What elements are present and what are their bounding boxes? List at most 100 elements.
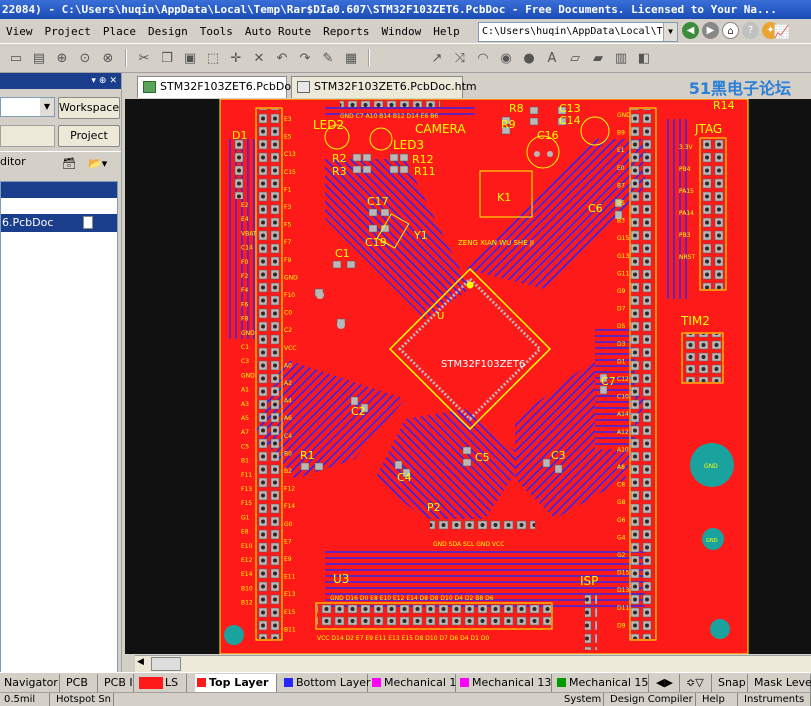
move-icon[interactable]: ✛ — [226, 48, 246, 68]
menu-tools[interactable]: Tools — [194, 25, 239, 38]
horizontal-scrollbar[interactable]: ◀ — [135, 655, 811, 672]
jtag-pin-label-5: NRST — [679, 254, 695, 261]
jtag-pin-label-4: PB3 — [679, 232, 691, 239]
layer-tab-bottom[interactable]: Bottom Layer — [282, 674, 371, 692]
tree-item-pcbdoc[interactable]: 6.PcbDoc — [1, 214, 117, 232]
route-icon[interactable]: ↗ — [427, 48, 447, 68]
status-instruments[interactable]: Instruments — [740, 693, 811, 706]
autohide-icon[interactable]: ⊕ — [99, 76, 107, 86]
title-bar: 22084) - C:\Users\huqin\AppData\Local\Te… — [0, 0, 811, 19]
left-pin-label-19: B0 — [284, 450, 292, 457]
filter-icon[interactable]: ≎▽ — [682, 674, 712, 692]
new-icon[interactable]: ▭ — [6, 48, 26, 68]
panel-tab-pcb[interactable]: PCB — [62, 674, 98, 692]
snap-button[interactable]: Snap — [714, 674, 748, 692]
label-led3: LED3 — [393, 138, 424, 152]
arc-icon[interactable]: ◠ — [473, 48, 493, 68]
right-pin-label-16: C10 — [617, 394, 629, 401]
project-button[interactable]: Project — [58, 125, 120, 147]
pcb-canvas[interactable]: LED2 LED3 CAMERA R8 R9 C13 C14 C16 R14 J… — [125, 99, 811, 654]
tab-pcbdoc-htm[interactable]: STM32F103ZET6.PcbDoc.htm — [291, 76, 477, 98]
menu-view[interactable]: View — [0, 25, 39, 38]
right-pin-label-19: A10 — [617, 446, 629, 453]
current-layer-swatch — [139, 677, 163, 689]
document-icon — [83, 216, 93, 229]
label-isp: ISP — [580, 574, 598, 588]
menu-design[interactable]: Design — [142, 25, 194, 38]
cut-icon[interactable]: ✂ — [134, 48, 154, 68]
route-diff-icon[interactable]: ⤨ — [450, 48, 470, 68]
workspace-button[interactable]: Workspace — [58, 97, 120, 119]
left-pin-label2-8: F8 — [241, 316, 248, 323]
folder-icon[interactable]: 📂▾ — [88, 154, 107, 174]
chart-icon[interactable]: 📈 — [772, 22, 792, 42]
layer-scroll-icon[interactable]: ◀▶ — [652, 674, 680, 692]
workspace-combo[interactable]: ▼ — [0, 97, 55, 117]
header-left-a — [257, 109, 269, 639]
paste-icon[interactable]: ▣ — [180, 48, 200, 68]
string-icon[interactable]: A — [542, 48, 562, 68]
pad-icon[interactable]: ◉ — [496, 48, 516, 68]
menu-reports[interactable]: Reports — [317, 25, 375, 38]
layer-swatch-bottom — [284, 678, 293, 687]
layer-tab-mech13[interactable]: Mechanical 13 — [458, 674, 552, 692]
menu-auto-route[interactable]: Auto Route — [239, 25, 317, 38]
left-pin-label2-14: A3 — [241, 401, 249, 408]
bottom-header-a — [317, 604, 551, 616]
select-icon[interactable]: ⬚ — [203, 48, 223, 68]
dropdown-arrow-icon[interactable]: ▼ — [40, 98, 54, 116]
back-icon[interactable]: ◀ — [682, 22, 699, 39]
status-help[interactable]: Help — [698, 693, 738, 706]
help-icon[interactable]: ? — [742, 22, 759, 39]
label-r8: R8 — [509, 102, 524, 115]
zoom-area-icon[interactable]: ⊗ — [98, 48, 118, 68]
label-c5: C5 — [475, 451, 490, 464]
toolbar-separator — [368, 49, 370, 67]
menu-window[interactable]: Window — [375, 25, 427, 38]
label-c19: C19 — [365, 236, 387, 249]
project-icon[interactable]: 🗃 — [62, 154, 76, 174]
status-system[interactable]: System — [560, 693, 604, 706]
pin-icon[interactable]: ▾ — [91, 76, 96, 86]
project-field[interactable] — [0, 125, 55, 147]
fill-icon[interactable]: ◧ — [634, 48, 654, 68]
component-icon[interactable]: ▥ — [611, 48, 631, 68]
close-icon[interactable]: ✕ — [109, 76, 117, 86]
toolbar-separator — [125, 49, 127, 67]
layer-tab-mech15[interactable]: Mechanical 15 — [555, 674, 649, 692]
path-combobox[interactable]: C:\Users\huqin\AppData\Local\Te ▼ — [478, 22, 678, 42]
menu-place[interactable]: Place — [97, 25, 142, 38]
layer-set-ls[interactable]: LS — [137, 674, 187, 692]
deselect-icon[interactable]: ✕ — [249, 48, 269, 68]
menu-help[interactable]: Help — [427, 25, 466, 38]
right-pin-label-20: A8 — [617, 464, 625, 471]
label-c14: C14 — [559, 114, 581, 127]
redo-icon[interactable]: ↷ — [295, 48, 315, 68]
zoom-fit-icon[interactable]: ⊙ — [75, 48, 95, 68]
mask-level-button[interactable]: Mask Level — [750, 674, 811, 692]
document-tabs: STM32F103ZET6.PcbDoc STM32F103ZET6.PcbDo… — [125, 73, 811, 99]
home-icon[interactable]: ⌂ — [722, 22, 739, 39]
status-design-compiler[interactable]: Design Compiler — [606, 693, 696, 706]
layer-tab-top[interactable]: Top Layer — [195, 674, 277, 692]
forward-icon[interactable]: ▶ — [702, 22, 719, 39]
wand-icon[interactable]: ✎ — [318, 48, 338, 68]
dropdown-arrow-icon[interactable]: ▼ — [663, 23, 677, 41]
polygon-icon[interactable]: ▱ — [565, 48, 585, 68]
open-icon[interactable]: ▤ — [29, 48, 49, 68]
grid-icon[interactable]: ▦ — [341, 48, 361, 68]
menu-project[interactable]: Project — [39, 25, 97, 38]
scroll-thumb[interactable] — [151, 657, 181, 671]
layer-tab-mech1[interactable]: Mechanical 1 — [370, 674, 456, 692]
tab-pcbdoc[interactable]: STM32F103ZET6.PcbDoc — [137, 76, 297, 98]
via-icon[interactable]: ● — [519, 48, 539, 68]
left-pin-label2-5: F2 — [241, 273, 248, 280]
zoom-icon[interactable]: ⊕ — [52, 48, 72, 68]
panel-tab-navigator[interactable]: Navigator — [0, 674, 60, 692]
panel-tab-pcb-i[interactable]: PCB I — [100, 674, 134, 692]
scroll-left-icon[interactable]: ◀ — [137, 657, 144, 667]
region-icon[interactable]: ▰ — [588, 48, 608, 68]
panel-splitter[interactable] — [121, 73, 125, 673]
undo-icon[interactable]: ↶ — [272, 48, 292, 68]
copy-icon[interactable]: ❐ — [157, 48, 177, 68]
